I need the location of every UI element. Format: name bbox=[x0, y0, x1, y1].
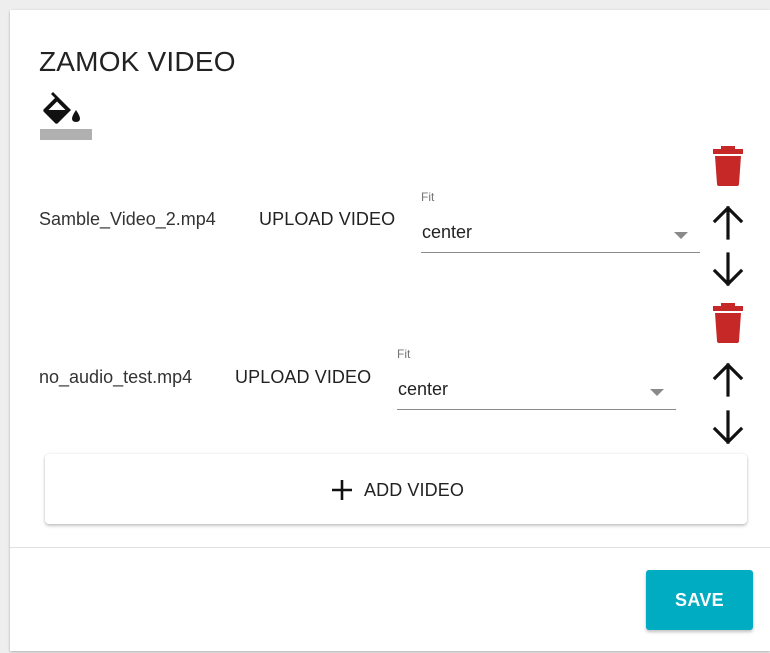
fit-select[interactable]: center bbox=[397, 373, 676, 410]
arrow-up-icon bbox=[712, 205, 744, 240]
format-color-fill-icon bbox=[40, 88, 92, 140]
add-video-label: ADD VIDEO bbox=[364, 480, 464, 500]
fit-label: Fit bbox=[421, 190, 435, 204]
arrow-up-icon bbox=[712, 362, 744, 397]
fit-select-value: center bbox=[422, 222, 473, 242]
video-settings-card: ZAMOK VIDEO Samble_Video_2.mp4 UPLOAD VI… bbox=[10, 10, 770, 651]
video-filename: Samble_Video_2.mp4 bbox=[39, 209, 216, 229]
move-down-button[interactable] bbox=[710, 250, 746, 290]
fit-label: Fit bbox=[397, 347, 411, 361]
chevron-down-icon bbox=[650, 389, 664, 396]
delete-video-button[interactable] bbox=[710, 303, 746, 343]
fit-select[interactable]: center bbox=[421, 216, 700, 253]
add-video-button[interactable]: ADD VIDEO bbox=[45, 454, 747, 524]
fit-select-value: center bbox=[398, 379, 449, 399]
plus-icon bbox=[331, 479, 353, 501]
arrow-down-icon bbox=[712, 410, 744, 445]
upload-video-button[interactable]: UPLOAD VIDEO bbox=[259, 209, 395, 230]
upload-video-button[interactable]: UPLOAD VIDEO bbox=[235, 367, 371, 388]
move-down-button[interactable] bbox=[710, 408, 746, 448]
move-up-button[interactable] bbox=[710, 202, 746, 242]
panel-title: ZAMOK VIDEO bbox=[39, 46, 236, 77]
trash-icon bbox=[713, 303, 743, 343]
delete-video-button[interactable] bbox=[710, 146, 746, 186]
save-button[interactable]: SAVE bbox=[646, 570, 753, 630]
arrow-down-icon bbox=[712, 252, 744, 287]
trash-icon bbox=[713, 146, 743, 186]
move-up-button[interactable] bbox=[710, 359, 746, 399]
chevron-down-icon bbox=[674, 232, 688, 239]
video-filename: no_audio_test.mp4 bbox=[39, 367, 193, 387]
footer-divider bbox=[10, 547, 770, 548]
